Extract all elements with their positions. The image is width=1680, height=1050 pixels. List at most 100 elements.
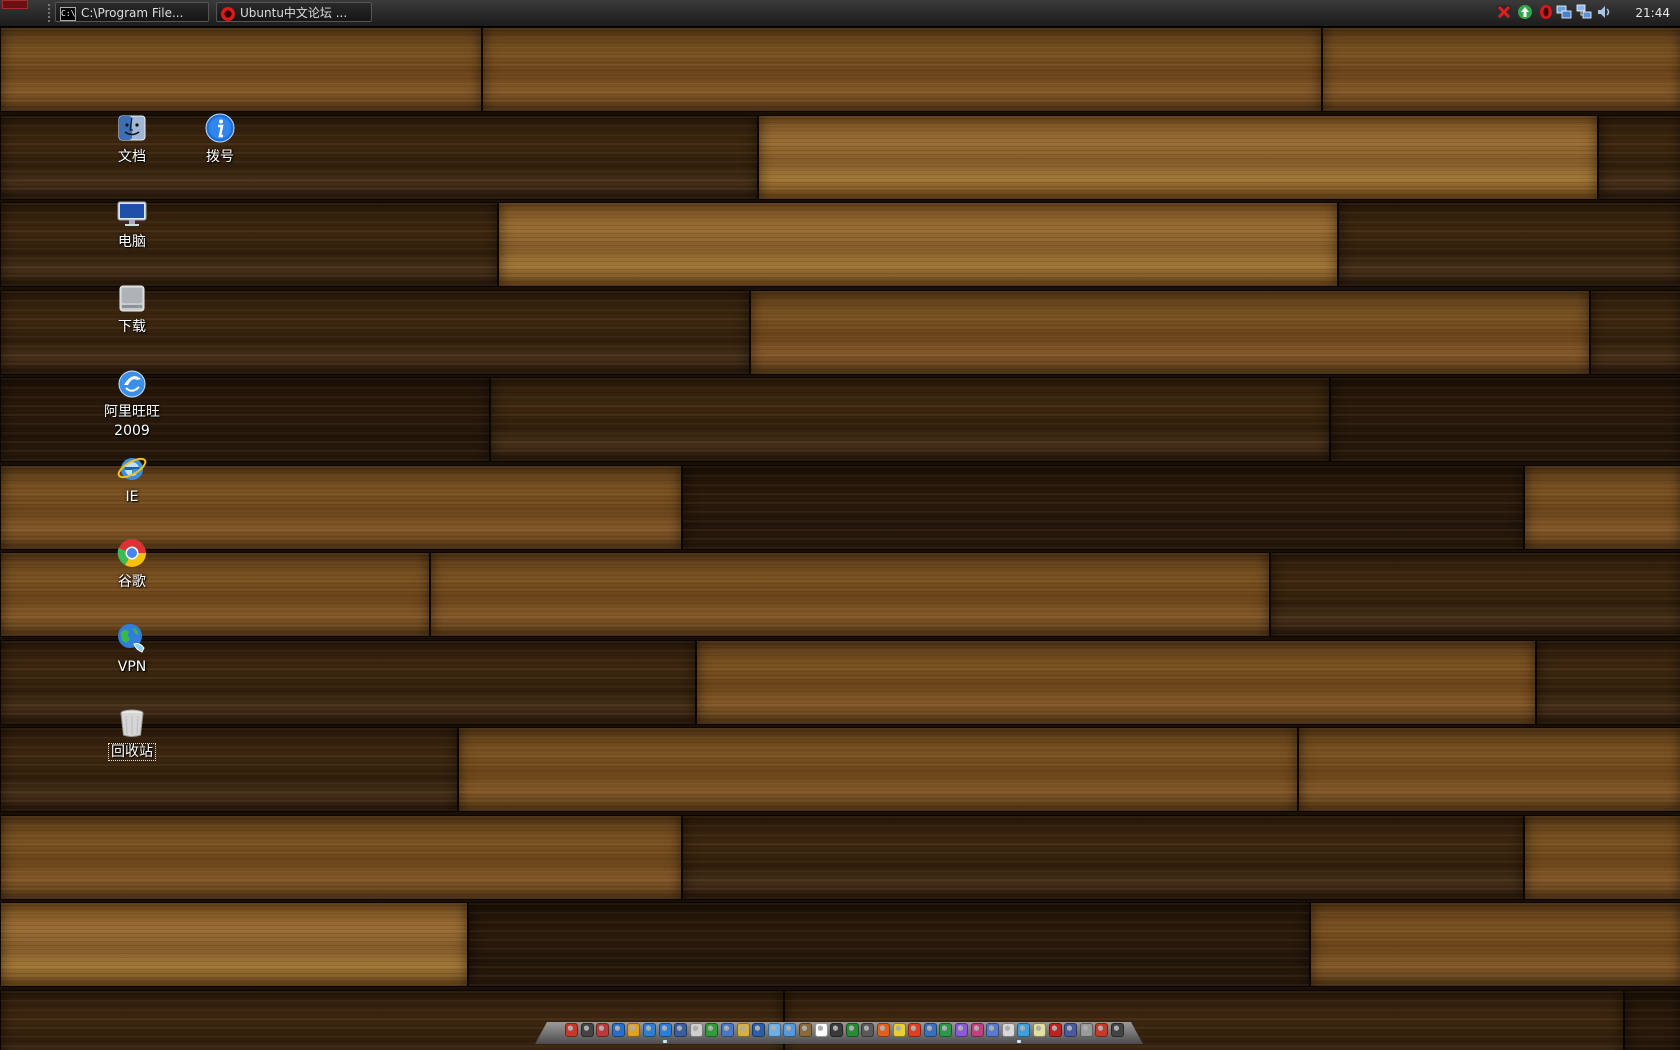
dock-app-icon[interactable] — [1048, 1023, 1062, 1037]
dock — [535, 1018, 1143, 1045]
desktop-icon-label: 下载 — [118, 319, 146, 335]
wood-plank — [1330, 377, 1680, 462]
dock-app-icon[interactable] — [986, 1023, 1000, 1037]
dock-app-icon[interactable] — [939, 1023, 953, 1037]
wood-plank — [0, 552, 430, 637]
dock-app-icon[interactable] — [814, 1023, 828, 1037]
wood-plank — [758, 114, 1598, 200]
desktop-icon-vpn[interactable]: VPN — [90, 622, 174, 677]
desktop-icon-dialup[interactable]: 拨号 — [178, 112, 262, 167]
wood-plank — [1322, 27, 1680, 112]
wood-plank — [1270, 552, 1680, 637]
desktop-icon-aliwangwang[interactable]: 阿里旺旺 2009 — [90, 367, 174, 441]
wood-plank — [430, 552, 1270, 637]
dock-app-icon[interactable] — [799, 1023, 812, 1037]
dock-app-icon[interactable] — [643, 1023, 656, 1037]
dock-app-icon[interactable] — [908, 1023, 922, 1037]
internet-explorer-icon — [116, 452, 148, 484]
wood-plank — [1524, 814, 1680, 900]
aliwangwang-icon — [116, 367, 148, 399]
dock-app-icon[interactable] — [736, 1023, 750, 1037]
taskbar-item-cmd[interactable]: C:\ C:\Program File... — [55, 2, 209, 22]
menu-button[interactable] — [2, 0, 28, 9]
finder-icon — [116, 112, 148, 144]
desktop-icon-label-text: 回收站 — [108, 743, 156, 761]
dock-app-icon[interactable] — [845, 1023, 859, 1037]
desktop-icon-chrome[interactable]: 谷歌 — [90, 537, 174, 592]
info-icon — [204, 112, 236, 144]
dock-app-icon[interactable] — [1017, 1023, 1031, 1037]
wood-plank — [0, 814, 682, 900]
wood-plank — [1338, 202, 1680, 287]
dock-app-icon[interactable] — [752, 1023, 766, 1037]
dock-app-icon[interactable] — [970, 1023, 984, 1037]
wood-plank — [498, 202, 1338, 287]
dock-app-icon[interactable] — [580, 1023, 594, 1037]
desktop-icon-label: IE — [125, 489, 139, 505]
wood-plank — [0, 902, 468, 987]
vpn-globe-icon — [116, 622, 148, 654]
dock-app-icon[interactable] — [627, 1023, 641, 1037]
desktop-icon-downloads[interactable]: 下载 — [90, 282, 174, 337]
wood-plank — [1598, 114, 1680, 200]
desktop-icon-label: 阿里旺旺 2009 — [90, 403, 174, 441]
desktop-icon-label: 谷歌 — [118, 574, 146, 590]
top-panel: C:\ C:\Program File... Ubuntu中文论坛 ... 21:… — [0, 0, 1680, 27]
dock-app-icon[interactable] — [877, 1023, 890, 1037]
wood-plank — [1590, 289, 1680, 375]
dock-app-icon[interactable] — [658, 1023, 672, 1037]
dock-app-icon[interactable] — [689, 1023, 703, 1037]
floor-row — [0, 727, 1680, 814]
dock-app-icon[interactable] — [721, 1023, 734, 1037]
system-tray — [1496, 4, 1636, 22]
dock-app-icon[interactable] — [830, 1023, 844, 1037]
close-red-x-icon[interactable] — [1496, 4, 1512, 20]
dock-app-icon[interactable] — [955, 1023, 968, 1037]
dock-app-icon[interactable] — [705, 1023, 719, 1037]
wood-plank — [1310, 902, 1680, 987]
floor-row — [0, 27, 1680, 114]
desktop-icon-label: 文档 — [118, 149, 146, 165]
floor-row — [0, 552, 1680, 639]
taskbar-item-label: Ubuntu中文论坛 ... — [240, 6, 348, 20]
desktop-icon-label: 电脑 — [118, 234, 146, 250]
floor-row — [0, 289, 1680, 377]
dock-app-icon[interactable] — [861, 1023, 875, 1037]
floor-row — [0, 639, 1680, 727]
dock-app-icon[interactable] — [1001, 1023, 1015, 1037]
dock-running-indicator — [1017, 1040, 1021, 1043]
clock[interactable]: 21:44 — [1635, 0, 1670, 26]
dock-app-icon[interactable] — [1111, 1023, 1124, 1037]
dock-app-icon[interactable] — [674, 1023, 688, 1037]
desktop-icon-label-line1: 阿里旺旺 — [104, 404, 160, 420]
sound-icon[interactable] — [1596, 4, 1612, 20]
desktop-icon-label-line2: 2009 — [114, 423, 150, 439]
dock-app-icon[interactable] — [923, 1023, 937, 1037]
update-arrow-icon[interactable] — [1517, 4, 1533, 20]
wood-plank — [458, 727, 1298, 812]
panel-grip[interactable] — [48, 4, 50, 22]
taskbar-item-opera[interactable]: Ubuntu中文论坛 ... — [216, 2, 372, 22]
dock-app-icon[interactable] — [611, 1023, 625, 1037]
desktop-icon-documents[interactable]: 文档 — [90, 112, 174, 167]
dock-app-icon[interactable] — [565, 1023, 578, 1037]
dock-app-icon[interactable] — [1064, 1023, 1078, 1037]
dock-app-icon[interactable] — [767, 1023, 781, 1037]
desktop-icon-computer[interactable]: 电脑 — [90, 197, 174, 252]
command-prompt-icon: C:\ — [60, 6, 76, 21]
dock-app-icon[interactable] — [1095, 1023, 1109, 1037]
network-computers-icon[interactable] — [1576, 4, 1592, 20]
dock-app-icon[interactable] — [1033, 1023, 1046, 1037]
network-icon[interactable] — [1556, 4, 1572, 20]
opera-red-icon[interactable] — [1538, 4, 1554, 20]
floor-row — [0, 202, 1680, 289]
wood-plank — [490, 377, 1330, 462]
wood-plank — [0, 27, 482, 112]
dock-app-icon[interactable] — [1079, 1023, 1093, 1037]
desktop-icon-recycle-bin[interactable]: 回收站 — [90, 707, 174, 762]
dock-app-icon[interactable] — [892, 1023, 906, 1037]
desktop-icon-ie[interactable]: IE — [90, 452, 174, 507]
wood-plank — [682, 814, 1524, 900]
dock-app-icon[interactable] — [783, 1023, 797, 1037]
dock-app-icon[interactable] — [596, 1023, 610, 1037]
